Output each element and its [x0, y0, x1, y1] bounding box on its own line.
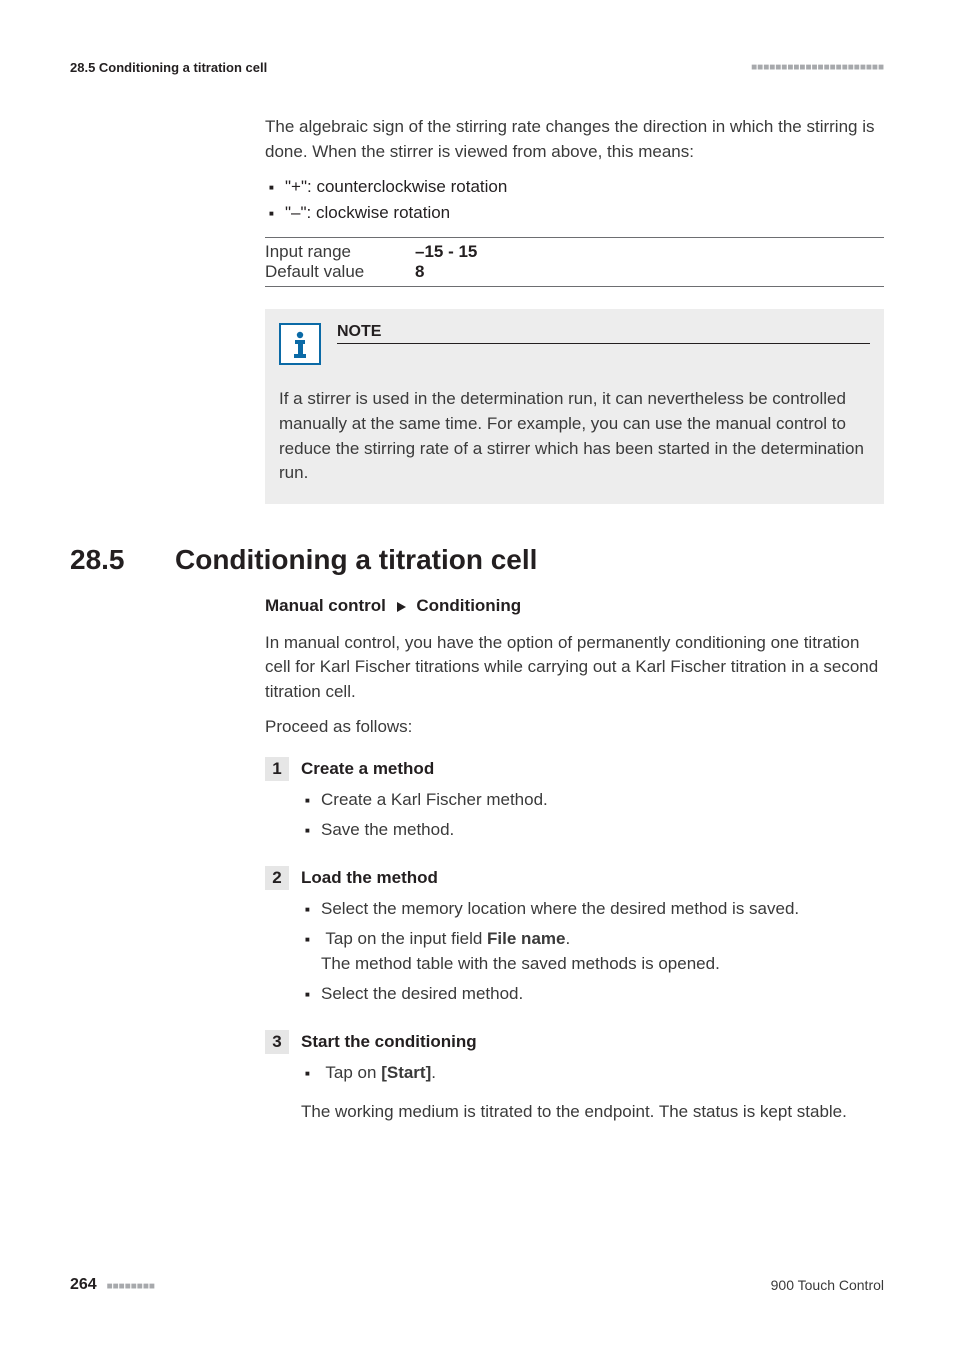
running-head-left: 28.5 Conditioning a titration cell — [70, 60, 267, 75]
step-result: The working medium is titrated to the en… — [301, 1100, 884, 1125]
breadcrumb: Manual control Conditioning — [265, 596, 884, 617]
step: 3 Start the conditioning Tap on [Start].… — [265, 1030, 884, 1124]
list-item: Tap on [Start]. — [321, 1060, 884, 1086]
intro-paragraph: The algebraic sign of the stirring rate … — [265, 115, 884, 164]
list-item: Select the desired method. — [321, 981, 884, 1007]
step: 2 Load the method Select the memory loca… — [265, 866, 884, 1006]
header-squares: ■■■■■■■■■■■■■■■■■■■■■■ — [751, 63, 884, 73]
content-column: The algebraic sign of the stirring rate … — [265, 115, 884, 504]
step-body: Select the memory location where the des… — [301, 896, 884, 1006]
param-label: Input range — [265, 242, 415, 262]
li-bold: File name — [487, 929, 565, 948]
param-label: Default value — [265, 262, 415, 282]
step-number: 2 — [265, 866, 289, 890]
steps: 1 Create a method Create a Karl Fischer … — [265, 757, 884, 1124]
step-body: Create a Karl Fischer method. Save the m… — [301, 787, 884, 842]
info-icon — [279, 323, 321, 365]
step-head: 2 Load the method — [265, 866, 884, 890]
step-number: 1 — [265, 757, 289, 781]
page-footer: 264 ■■■■■■■■ 900 Touch Control — [70, 1276, 884, 1294]
breadcrumb-part: Manual control — [265, 596, 386, 615]
page-number: 264 — [70, 1276, 97, 1293]
step: 1 Create a method Create a Karl Fischer … — [265, 757, 884, 842]
li-pre: Tap on the input field — [325, 929, 487, 948]
list-item: Select the memory location where the des… — [321, 896, 884, 922]
step-head: 3 Start the conditioning — [265, 1030, 884, 1054]
note-body: If a stirrer is used in the determinatio… — [279, 387, 870, 486]
param-value: –15 - 15 — [415, 242, 477, 262]
note-box: NOTE If a stirrer is used in the determi… — [265, 309, 884, 504]
running-head: 28.5 Conditioning a titration cell ■■■■■… — [70, 60, 884, 75]
footer-device: 900 Touch Control — [771, 1277, 884, 1293]
step-number: 3 — [265, 1030, 289, 1054]
section-number: 28.5 — [70, 544, 175, 576]
section-title: Conditioning a titration cell — [175, 544, 537, 576]
li-bold: [Start] — [381, 1063, 431, 1082]
li-post: . — [565, 929, 570, 948]
li-post: . — [431, 1063, 436, 1082]
section-content: Manual control Conditioning In manual co… — [265, 596, 884, 1125]
proceed-label: Proceed as follows: — [265, 715, 884, 740]
chevron-right-icon — [397, 597, 406, 617]
breadcrumb-part: Conditioning — [416, 596, 521, 615]
param-value: 8 — [415, 262, 424, 282]
step-title: Create a method — [301, 759, 434, 779]
step-title: Load the method — [301, 868, 438, 888]
li-sub: The method table with the saved methods … — [321, 951, 884, 977]
footer-left: 264 ■■■■■■■■ — [70, 1276, 155, 1294]
note-head: NOTE — [279, 323, 870, 365]
section-heading: 28.5 Conditioning a titration cell — [70, 544, 884, 576]
note-title-block: NOTE — [337, 323, 870, 344]
list-item: Tap on the input field File name. The me… — [321, 926, 884, 977]
step-body: Tap on [Start]. The working medium is ti… — [301, 1060, 884, 1124]
list-item: Create a Karl Fischer method. — [321, 787, 884, 813]
li-pre: Tap on — [325, 1063, 381, 1082]
overview-paragraph: In manual control, you have the option o… — [265, 631, 884, 705]
page: 28.5 Conditioning a titration cell ■■■■■… — [0, 0, 954, 1350]
note-title: NOTE — [337, 323, 870, 341]
list-item: "–": clockwise rotation — [285, 200, 884, 226]
list-item: "+": counterclockwise rotation — [285, 174, 884, 200]
note-rule — [337, 343, 870, 344]
param-row: Input range –15 - 15 — [265, 242, 884, 262]
step-title: Start the conditioning — [301, 1032, 477, 1052]
step-head: 1 Create a method — [265, 757, 884, 781]
list-item: Save the method. — [321, 817, 884, 843]
direction-list: "+": counterclockwise rotation "–": cloc… — [265, 174, 884, 225]
parameter-table: Input range –15 - 15 Default value 8 — [265, 237, 884, 287]
param-row: Default value 8 — [265, 262, 884, 282]
footer-squares: ■■■■■■■■ — [107, 1281, 155, 1292]
